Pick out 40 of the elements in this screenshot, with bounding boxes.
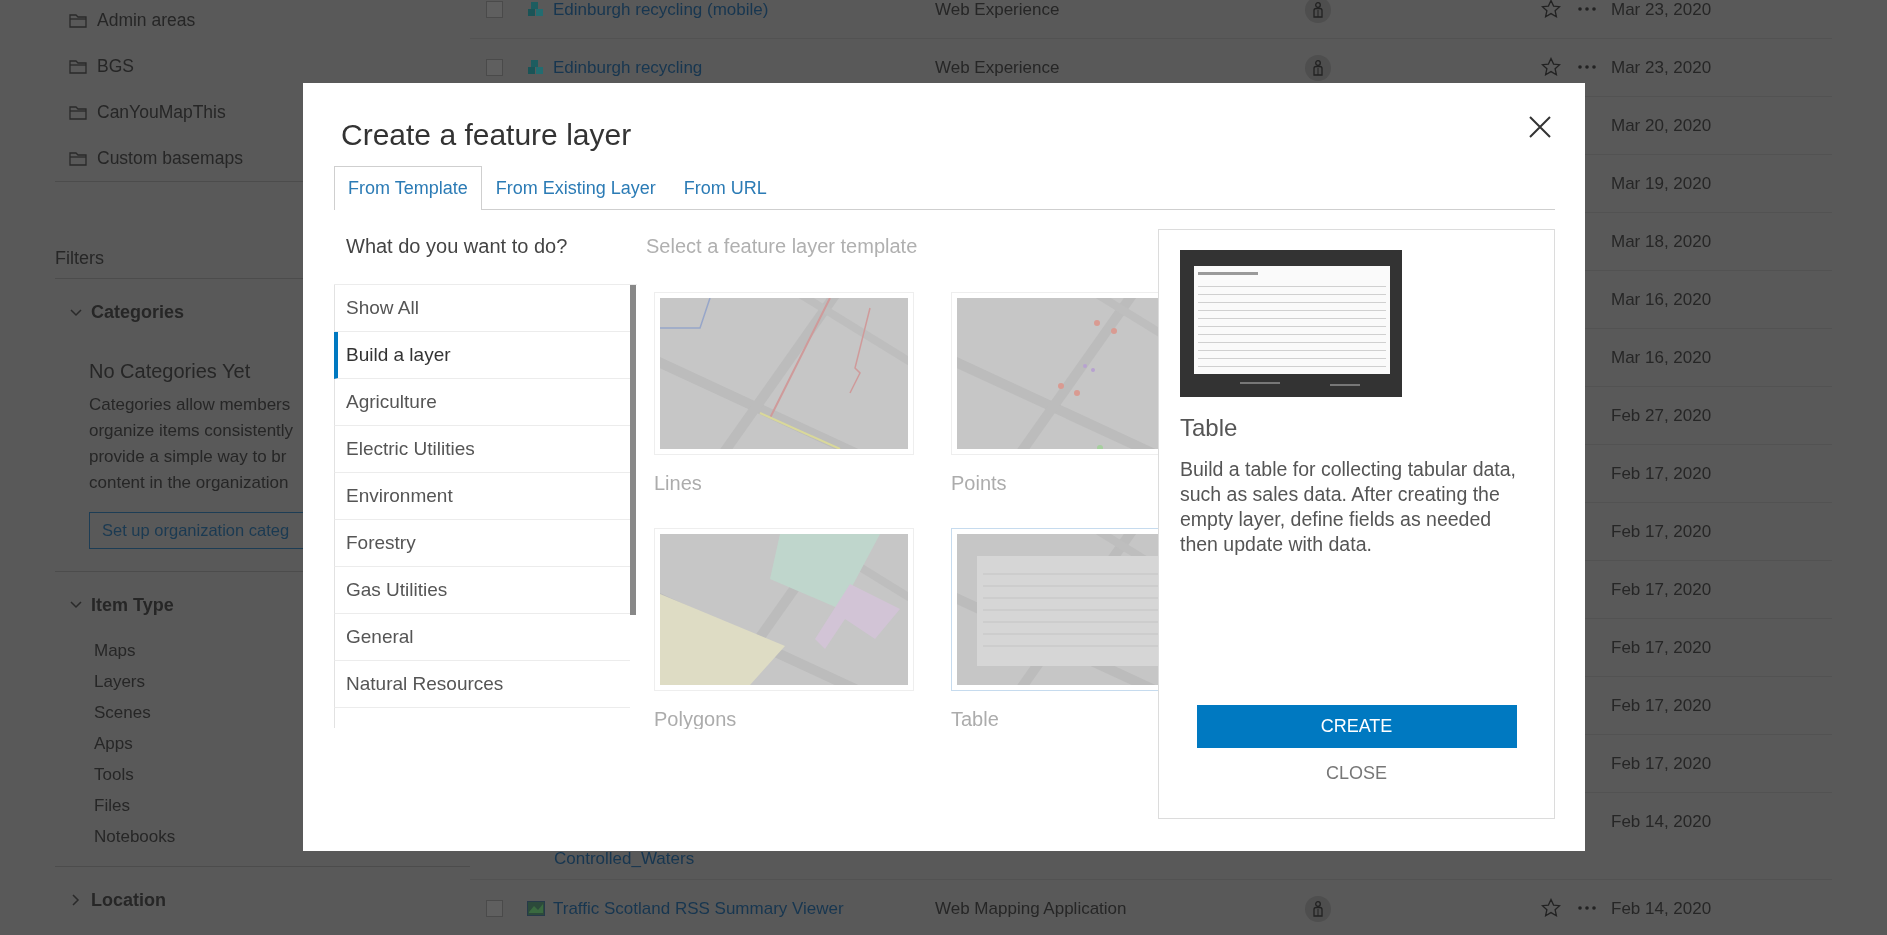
tab[interactable]: From URL [669, 166, 781, 210]
category-item[interactable]: Environment [334, 473, 630, 520]
folder-icon [69, 150, 87, 166]
item-type-icon [527, 59, 545, 76]
item-type-icon [527, 1, 545, 18]
template-description: Build a table for collecting tabular data, such as sales data. After creating the empty layer, define fields as needed then update with data. [1180, 457, 1518, 557]
question-label: What do you want to do? [345, 234, 569, 259]
star-icon[interactable] [1541, 0, 1561, 19]
template-label: Points [951, 471, 1008, 495]
close-icon[interactable] [1529, 116, 1551, 138]
folder-icon [69, 104, 87, 120]
template-label: Lines [654, 471, 703, 495]
sharing-icon [1305, 896, 1331, 922]
folder-icon [69, 12, 87, 28]
sharing-icon [1305, 0, 1331, 23]
category-item[interactable]: Agriculture [334, 379, 630, 426]
item-title-link[interactable]: Traffic Scotland RSS Summary Viewer [553, 898, 935, 920]
scrollbar[interactable] [630, 285, 636, 615]
item-title-link[interactable]: Edinburgh recycling [553, 57, 935, 79]
category-item[interactable]: Show All [334, 285, 630, 332]
category-item[interactable]: Gas Utilities [334, 567, 630, 614]
category-item[interactable]: General [334, 614, 630, 661]
sharing-icon [1305, 55, 1331, 81]
star-icon[interactable] [1541, 57, 1561, 77]
item-title-link[interactable]: Edinburgh recycling (mobile) [553, 0, 935, 21]
category-item[interactable]: Electric Utilities [334, 426, 630, 473]
folder-icon [69, 58, 87, 74]
item-type-icon [527, 900, 545, 917]
category-item[interactable]: Forestry [334, 520, 630, 567]
create-button[interactable]: CREATE [1196, 705, 1517, 748]
template-title: Table [1180, 413, 1239, 443]
tab[interactable]: From Existing Layer [481, 166, 670, 210]
category-item[interactable]: Build a layer [334, 332, 630, 379]
item-title-link[interactable]: Controlled_Waters [554, 848, 695, 870]
dialog-title: Create a feature layer [341, 117, 632, 153]
category-item[interactable]: Natural Resources [334, 661, 630, 708]
close-button[interactable]: CLOSE [1320, 759, 1393, 788]
star-icon[interactable] [1541, 898, 1561, 918]
tab[interactable]: From Template [334, 166, 482, 210]
template-label: Table [951, 707, 1000, 729]
